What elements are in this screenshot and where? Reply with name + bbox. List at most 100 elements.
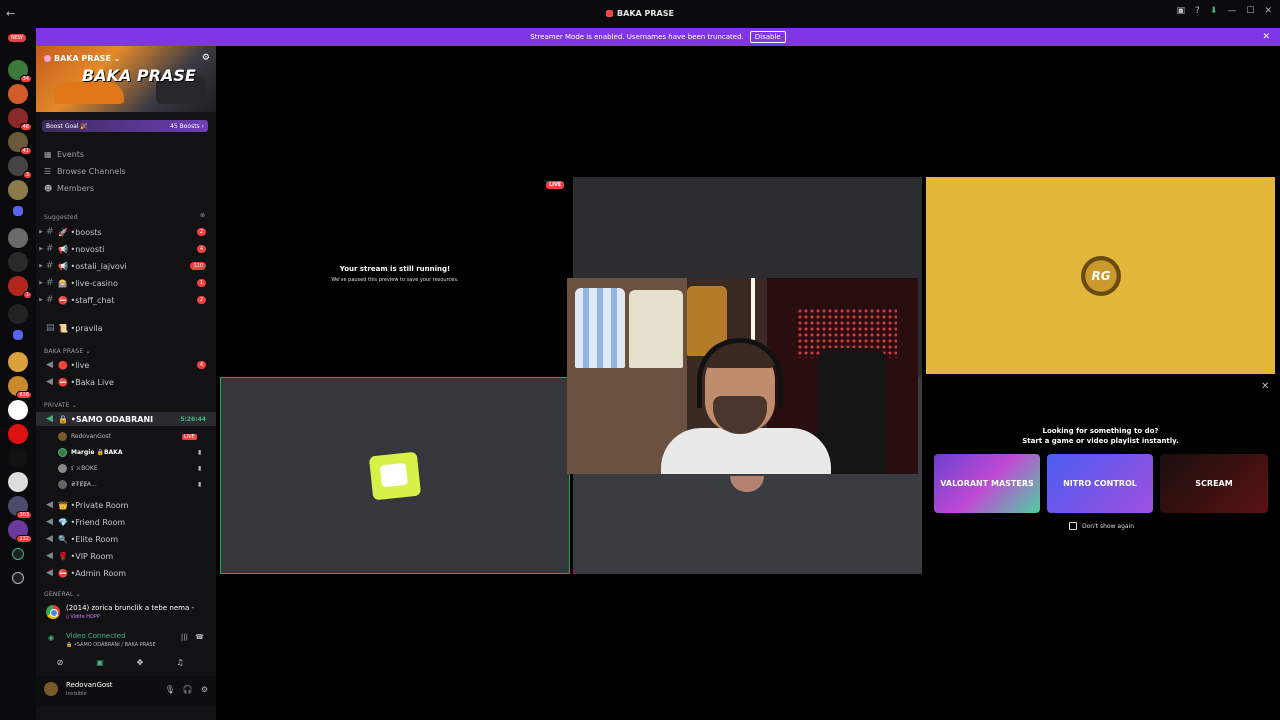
browse-channels-link[interactable]: ☰ Browse Channels — [44, 167, 126, 176]
close-banner-icon[interactable]: ✕ — [1262, 32, 1270, 42]
voice-user[interactable]: RedovanGost LIVE — [58, 432, 197, 441]
expand-caret-icon: ▶ — [39, 263, 43, 269]
settings-gear-icon[interactable]: ⚙ — [201, 685, 208, 694]
voice-channel-icon: ◀ — [46, 360, 53, 370]
microphone-icon[interactable]: 🎙 — [165, 685, 175, 694]
channel-boosts[interactable]: ▶ # 🚀 •boosts 2 — [36, 225, 216, 239]
maximize-button[interactable]: ☐ — [1246, 6, 1254, 16]
username[interactable]: RedovanGost — [66, 681, 113, 689]
folder-icon[interactable] — [13, 206, 23, 216]
title-bar: ← BAKA PRASE ▣ ? ⬇ — ☐ ✕ — [0, 0, 1280, 28]
server-icon[interactable]: 34 — [8, 60, 32, 83]
server-icon[interactable] — [8, 448, 28, 468]
window-title-text: BAKA PRASE — [617, 9, 674, 18]
noise-suppression-icon[interactable]: ||| — [181, 633, 188, 641]
promo-card-scream[interactable]: SCREAM — [1160, 454, 1268, 513]
dont-show-checkbox[interactable] — [1069, 522, 1077, 530]
server-icon[interactable] — [8, 472, 28, 492]
inbox-icon[interactable]: ▣ — [1177, 6, 1186, 16]
section-baka-prase[interactable]: BAKA PRASE ⌄ — [44, 348, 91, 355]
voice-user[interactable]: ﮐ ⚔BOKE ▮ — [58, 464, 201, 473]
disconnect-icon[interactable]: ☎ — [195, 633, 204, 641]
screen-share-button[interactable]: ▣ — [82, 655, 118, 669]
channel-novosti[interactable]: ▶ # 📢 •novosti 4 — [36, 242, 216, 256]
server-icon[interactable]: 636 — [8, 376, 32, 399]
server-icon[interactable]: 303 — [8, 496, 32, 519]
signal-icon[interactable]: ◉ — [48, 634, 54, 642]
participant-tile[interactable] — [220, 377, 570, 574]
section-private[interactable]: PRIVATE ⌄ — [44, 402, 77, 409]
close-promo-icon[interactable]: ✕ — [1261, 381, 1269, 392]
channel-label: 💎 •Friend Room — [58, 517, 126, 527]
server-badge: 41 — [19, 147, 32, 155]
channel-private-room[interactable]: ◀ 👑 •Private Room — [36, 498, 216, 512]
invite-icon[interactable]: ⚙ — [202, 53, 210, 63]
server-icon[interactable] — [8, 180, 28, 200]
channel-elite-room[interactable]: ◀ 🔍 •Elite Room — [36, 532, 216, 546]
server-icon[interactable]: 41 — [8, 132, 32, 155]
server-badge: 46 — [19, 123, 32, 131]
server-icon[interactable] — [8, 304, 28, 324]
voice-status[interactable]: Video Connected — [66, 632, 126, 640]
close-window-button[interactable]: ✕ — [1264, 6, 1272, 16]
channel-label: ⛔ •staff_chat — [58, 295, 115, 305]
browse-label: Browse Channels — [57, 167, 126, 176]
server-icon[interactable]: 46 — [8, 108, 32, 131]
folder-icon[interactable] — [13, 330, 23, 340]
soundboard-button[interactable]: ♫ — [162, 655, 198, 669]
voice-user[interactable]: Margie 🔒BAKA ▮ — [58, 448, 201, 457]
channel-ostali-lajvovi[interactable]: ▶ # 📢 •ostali_lajvovi 110 — [36, 259, 216, 273]
server-icon[interactable] — [8, 424, 28, 444]
streamer-mode-message: Streamer Mode is enabled. Usernames have… — [530, 33, 744, 41]
server-name[interactable]: BAKA PRASE ⌄ — [44, 54, 120, 63]
section-suggested[interactable]: Suggested — [44, 214, 78, 221]
discover-icon[interactable] — [12, 572, 24, 584]
channel-samo-odabrani[interactable]: ◀ 🔒 •SAMO ODABRANI 5:26:44 — [36, 412, 216, 426]
avatar — [58, 432, 67, 441]
disable-streamer-mode-button[interactable]: Disable — [749, 31, 786, 43]
headphones-icon[interactable]: 🎧 — [183, 685, 193, 694]
voice-location[interactable]: 🔒 •SAMO ODABRANI / BAKA PRASE — [66, 642, 156, 648]
channel-live[interactable]: ◀ 🔴 •live 4 — [36, 358, 216, 372]
section-general[interactable]: GENERAL ⌄ — [44, 591, 81, 598]
channel-label: ⛔ •Admin Room — [58, 568, 127, 578]
members-link[interactable]: ☻ Members — [44, 184, 94, 193]
boost-goal-bar[interactable]: Boost Goal 🎉 45 Boosts › — [42, 120, 208, 132]
server-name-text: BAKA PRASE ⌄ — [54, 54, 121, 63]
channel-live-casino[interactable]: ▶ # 🎰 •live-casino 1 — [36, 276, 216, 290]
help-icon[interactable]: ? — [1195, 6, 1200, 16]
webcam-video[interactable] — [567, 278, 918, 474]
members-icon: ☻ — [44, 184, 53, 193]
camera-off-button[interactable]: ⊘ — [42, 655, 78, 669]
channel-pravila[interactable]: ▤ 📜 •pravila — [36, 321, 216, 335]
promo-card-valorant[interactable]: VALORANT MASTERS — [934, 454, 1040, 513]
server-icon[interactable]: 1 — [8, 276, 32, 299]
voice-user[interactable]: ₴₮ɆɆ₳… ▮ — [58, 480, 201, 489]
events-link[interactable]: ▦ Events — [44, 150, 84, 159]
download-icon[interactable]: ⬇ — [1210, 6, 1218, 16]
channel-staff-chat[interactable]: ▶ # ⛔ •staff_chat 2 — [36, 293, 216, 307]
server-icon[interactable] — [8, 400, 28, 420]
server-icon[interactable] — [8, 228, 28, 248]
server-icon[interactable]: 3 — [8, 156, 32, 179]
dismiss-suggested-icon[interactable]: ⊗ — [200, 212, 205, 219]
add-server-icon[interactable] — [12, 548, 24, 560]
server-icon[interactable] — [8, 84, 28, 104]
channel-baka-live[interactable]: ◀ ⛔ •Baka Live — [36, 375, 216, 389]
channel-admin-room[interactable]: ◀ ⛔ •Admin Room — [36, 566, 216, 580]
activities-button[interactable]: ✥ — [122, 655, 158, 669]
server-icon[interactable] — [8, 252, 28, 272]
promo-card-nitro[interactable]: NITRO CONTROL — [1047, 454, 1153, 513]
activity-panel[interactable]: (2014) zorica brunclik a tebe nema - You… — [36, 599, 216, 627]
channel-friend-room[interactable]: ◀ 💎 •Friend Room — [36, 515, 216, 529]
server-banner[interactable]: BAKA PRASE BAKA PRASE ⌄ ⚙ — [36, 46, 216, 112]
avatar[interactable] — [44, 682, 58, 696]
chrome-icon — [46, 605, 60, 619]
dont-show-again[interactable]: Don't show again — [1069, 522, 1134, 530]
channel-label: 🔒 •SAMO ODABRANI — [58, 414, 154, 424]
minimize-button[interactable]: — — [1227, 6, 1236, 16]
channel-vip-room[interactable]: ◀ 🌹 •VIP Room — [36, 549, 216, 563]
server-icon[interactable]: 132 — [8, 520, 32, 543]
server-icon[interactable] — [8, 352, 28, 372]
participant-tile[interactable]: RG — [926, 177, 1275, 374]
